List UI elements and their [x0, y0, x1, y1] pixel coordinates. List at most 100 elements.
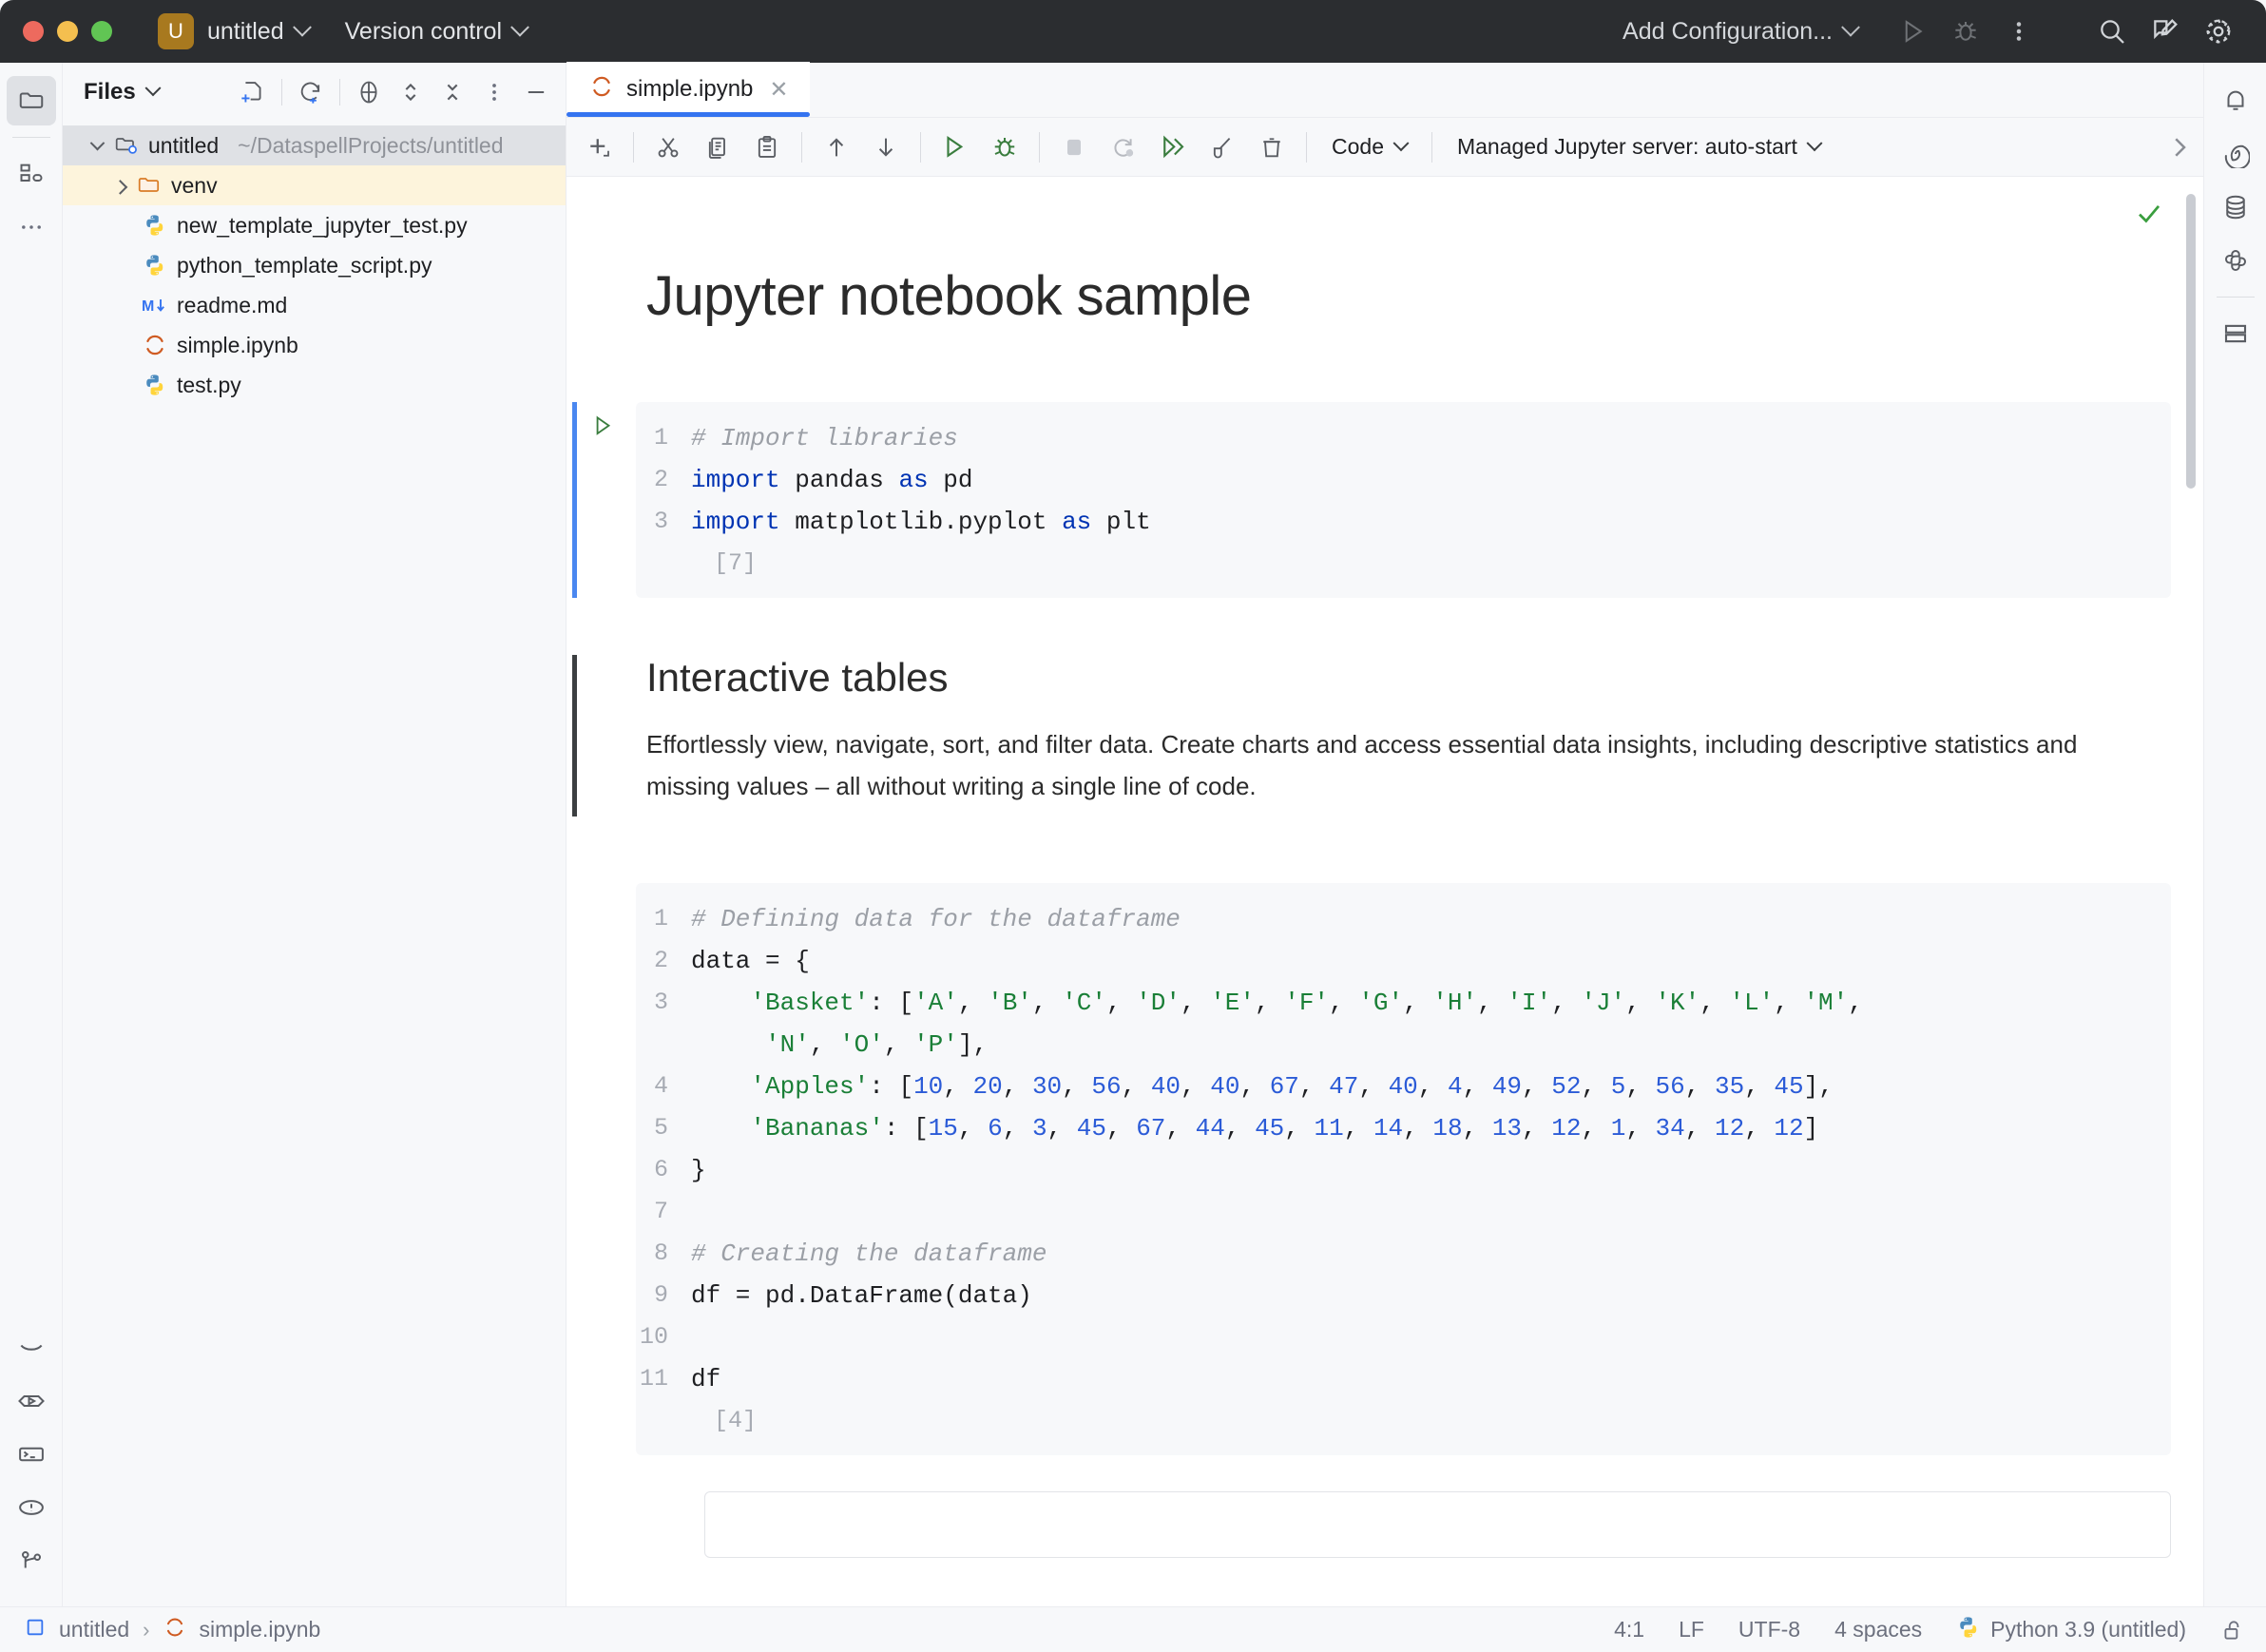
jupyter-spiral-icon[interactable] — [2211, 129, 2260, 179]
search-everywhere-button[interactable] — [2085, 5, 2139, 58]
file-encoding[interactable]: UTF-8 — [1738, 1617, 1800, 1642]
code-token: , — [1003, 1107, 1032, 1149]
tree-row-venv[interactable]: venv — [63, 165, 566, 205]
move-cell-down-icon[interactable] — [861, 123, 911, 172]
breadcrumb-file[interactable]: simple.ipynb — [200, 1617, 321, 1642]
interrupt-kernel-icon[interactable] — [1049, 123, 1099, 172]
python-interpreter[interactable]: Python 3.9 (untitled) — [1956, 1615, 2186, 1645]
problems-icon[interactable] — [7, 1483, 56, 1532]
breadcrumb-project[interactable]: untitled — [59, 1617, 129, 1642]
line-number: 1 — [636, 898, 691, 940]
restart-kernel-icon[interactable] — [1099, 123, 1148, 172]
tree-label: python_template_script.py — [177, 253, 432, 279]
cut-cell-icon[interactable] — [643, 123, 693, 172]
run-cell-icon[interactable] — [590, 413, 615, 443]
chevron-right-icon[interactable] — [106, 181, 133, 191]
hide-panel-icon[interactable] — [516, 72, 556, 112]
expand-collapse-icon[interactable] — [391, 72, 431, 112]
chevron-down-icon[interactable] — [84, 141, 110, 151]
cell-code-area[interactable]: 1 # Import libraries 2 import pandas as … — [636, 402, 2171, 598]
database-icon[interactable] — [2211, 182, 2260, 232]
run-tool-window-icon[interactable] — [7, 1376, 56, 1426]
line-separator[interactable]: LF — [1679, 1617, 1704, 1642]
maximize-window-button[interactable] — [91, 21, 112, 42]
run-all-cells-icon[interactable] — [1148, 123, 1198, 172]
more-options-button[interactable] — [1992, 5, 2045, 58]
new-file-icon[interactable] — [233, 72, 273, 112]
cell-code-area[interactable]: 1# Defining data for the dataframe2data … — [636, 883, 2171, 1455]
next-cell-partial[interactable] — [704, 1491, 2171, 1558]
tab-simple-ipynb[interactable]: simple.ipynb ✕ — [566, 62, 810, 117]
caret-position[interactable]: 4:1 — [1614, 1617, 1644, 1642]
unlocked-icon[interactable] — [2220, 1618, 2245, 1642]
indent-setting[interactable]: 4 spaces — [1834, 1617, 1922, 1642]
run-button[interactable] — [1886, 5, 1939, 58]
tree-row-test-py[interactable]: test.py — [63, 365, 566, 405]
tree-row-untitled[interactable]: untitled ~/DataspellProjects/untitled — [63, 125, 566, 165]
debug-button[interactable] — [1939, 5, 1992, 58]
copy-cell-icon[interactable] — [693, 123, 742, 172]
terminal-icon[interactable] — [7, 1430, 56, 1479]
add-configuration-dropdown[interactable]: Add Configuration... — [1623, 18, 1857, 46]
tree-row-python-template-script[interactable]: python_template_script.py — [63, 245, 566, 285]
minimize-window-button[interactable] — [57, 21, 78, 42]
clear-outputs-icon[interactable] — [1198, 123, 1247, 172]
options-icon[interactable] — [474, 72, 514, 112]
code-cell-2[interactable]: 1# Defining data for the dataframe2data … — [572, 883, 2203, 1455]
code-cell-1[interactable]: 1 # Import libraries 2 import pandas as … — [572, 402, 2203, 598]
code-token: 'K' — [1655, 982, 1700, 1024]
project-name-menu[interactable]: untitled — [207, 18, 309, 46]
tree-row-readme[interactable]: M readme.md — [63, 285, 566, 325]
add-cell-icon[interactable] — [574, 123, 624, 172]
tree-row-simple-ipynb[interactable]: simple.ipynb — [63, 325, 566, 365]
files-panel-title-menu[interactable]: Files — [84, 79, 159, 106]
run-cell-icon[interactable] — [931, 123, 980, 172]
code-line: 2data = { — [636, 940, 2171, 982]
python-packages-icon[interactable] — [2211, 236, 2260, 285]
feedback-button[interactable] — [2139, 5, 2192, 58]
code-line: 3 'Basket': ['A', 'B', 'C', 'D', 'E', 'F… — [636, 982, 2171, 1024]
code-token: , — [1522, 1066, 1551, 1107]
ide-window: U untitled Version control Add Configura… — [0, 0, 2266, 1652]
status-bar: untitled › simple.ipynb 4:1 LF UTF-8 4 s… — [0, 1606, 2266, 1652]
refresh-icon[interactable] — [291, 72, 331, 112]
window-controls[interactable] — [0, 21, 112, 42]
close-window-button[interactable] — [23, 21, 44, 42]
git-branch-icon[interactable] — [7, 1536, 56, 1585]
cell-run-gutter[interactable] — [577, 402, 636, 598]
toolbar-overflow[interactable] — [2165, 133, 2203, 162]
structure-icon[interactable] — [7, 149, 56, 199]
line-number: 2 — [636, 459, 691, 501]
close-icon[interactable]: ✕ — [769, 76, 788, 104]
paste-cell-icon[interactable] — [742, 123, 792, 172]
tree-row-new-template-jupyter-test[interactable]: new_template_jupyter_test.py — [63, 205, 566, 245]
settings-gear-icon[interactable] — [2192, 5, 2245, 58]
code-token — [691, 1316, 706, 1358]
code-line: 11df — [636, 1358, 2171, 1400]
locate-icon[interactable] — [349, 72, 389, 112]
cell-type-dropdown[interactable]: Code — [1316, 126, 1422, 168]
code-token: , — [1744, 1107, 1774, 1149]
notifications-bell-icon[interactable] — [2211, 76, 2260, 125]
tool-strip-divider — [12, 137, 50, 138]
code-token: , — [1581, 1107, 1610, 1149]
project-files-icon[interactable] — [7, 76, 56, 125]
code-token: , — [1774, 982, 1803, 1024]
delete-cell-icon[interactable] — [1247, 123, 1296, 172]
cell-run-gutter[interactable] — [577, 883, 636, 1455]
markdown-cell[interactable]: Interactive tables Effortlessly view, na… — [572, 655, 2203, 816]
jupyter-server-icon[interactable] — [7, 1323, 56, 1373]
move-cell-up-icon[interactable] — [812, 123, 861, 172]
table-layout-icon[interactable] — [2211, 309, 2260, 358]
version-control-menu[interactable]: Version control — [345, 18, 527, 46]
notebook-scroll-area[interactable]: Jupyter notebook sample — [566, 177, 2203, 1606]
jupyter-server-dropdown[interactable]: Managed Jupyter server: auto-start — [1442, 126, 1835, 168]
collapse-all-icon[interactable] — [432, 72, 472, 112]
more-tool-windows-icon[interactable] — [7, 202, 56, 252]
add-configuration-label: Add Configuration... — [1623, 18, 1833, 46]
editor-scrollbar[interactable] — [2186, 194, 2196, 489]
tool-strip-divider — [2217, 297, 2255, 298]
jupyter-file-icon — [589, 74, 614, 106]
chevron-down-icon — [1841, 18, 1860, 37]
debug-cell-icon[interactable] — [980, 123, 1029, 172]
